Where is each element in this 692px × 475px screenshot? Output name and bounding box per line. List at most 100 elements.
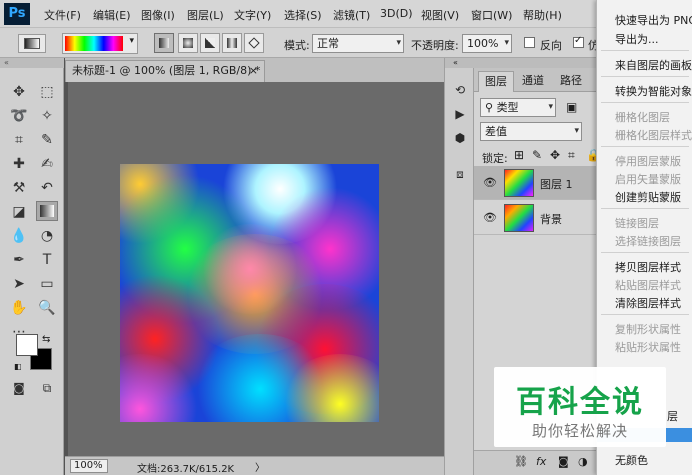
angle-gradient-button[interactable] (200, 33, 220, 53)
menu-item-create-clipping-mask[interactable]: 创建剪贴蒙版 (615, 189, 681, 205)
menu-select[interactable]: 选择(S) (284, 7, 322, 23)
menu-item-layer-partial[interactable]: 层 (667, 408, 678, 424)
menu-item-paste-shape-attributes[interactable]: 粘贴形状属性 (615, 339, 681, 355)
blend-mode-value: 差值 (485, 125, 507, 138)
zoom-level-field[interactable]: 100% (70, 459, 108, 473)
magic-wand-tool-icon[interactable]: ✧ (36, 106, 58, 126)
radial-gradient-icon (183, 38, 193, 48)
quick-mask-icon[interactable]: ◙ (8, 378, 30, 398)
menu-help[interactable]: 帮助(H) (523, 7, 562, 23)
history-panel-icon[interactable]: ⟲ (449, 80, 471, 100)
layer-row-layer1[interactable]: 👁 图层 1 (474, 166, 604, 200)
tab-paths[interactable]: 路径 (554, 71, 588, 92)
menu-item-convert-smart-object[interactable]: 转换为智能对象 (615, 83, 692, 99)
lock-pixels-icon[interactable]: ✎ (532, 148, 542, 162)
radial-gradient-button[interactable] (178, 33, 198, 53)
menu-item-disable-layer-mask[interactable]: 停用图层蒙版 (615, 153, 681, 169)
rectangle-tool-icon[interactable]: ▭ (36, 274, 58, 294)
menu-view[interactable]: 视图(V) (421, 7, 459, 23)
menu-type[interactable]: 文字(Y) (234, 7, 271, 23)
menu-file[interactable]: 文件(F) (44, 7, 81, 23)
eyedropper-tool-icon[interactable]: ✎ (36, 130, 58, 150)
healing-brush-tool-icon[interactable]: ✚ (8, 154, 30, 174)
dodge-tool-icon[interactable]: ◔ (36, 226, 58, 246)
gradient-tool-preset-icon[interactable] (18, 34, 46, 53)
reflected-gradient-button[interactable] (222, 33, 242, 53)
tab-layers[interactable]: 图层 (478, 71, 514, 92)
layer-row-background[interactable]: 👁 背景 (474, 201, 604, 235)
chevron-down-icon: ▾ (129, 36, 134, 46)
menu-item-no-color[interactable]: 无颜色 (615, 452, 648, 468)
tools-collapse-bar[interactable]: « (0, 58, 64, 68)
blur-tool-icon[interactable]: 💧 (8, 226, 30, 246)
menu-item-clear-layer-style[interactable]: 清除图层样式 (615, 295, 681, 311)
menu-item-paste-layer-style[interactable]: 粘贴图层样式 (615, 277, 681, 293)
default-colors-icon[interactable]: ◧ (14, 362, 22, 371)
layer-name: 图层 1 (540, 178, 573, 191)
hand-tool-icon[interactable]: ✋ (8, 298, 30, 318)
menu-item-copy-shape-attributes[interactable]: 复制形状属性 (615, 321, 681, 337)
3d-panel-icon[interactable]: ⬢ (449, 128, 471, 148)
gradient-tool-icon[interactable] (36, 201, 58, 221)
eye-icon[interactable]: 👁 (483, 176, 497, 189)
lock-artboard-icon[interactable]: ⌗ (568, 148, 575, 163)
blend-mode-select[interactable]: 差值 ▾ (480, 122, 582, 141)
history-brush-tool-icon[interactable]: ↶ (36, 178, 58, 198)
paths-panel-icon[interactable]: ⧈ (449, 164, 471, 184)
lock-position-icon[interactable]: ✥ (550, 148, 560, 162)
marquee-tool-icon[interactable]: ⬚ (36, 82, 58, 102)
eye-icon[interactable]: 👁 (483, 211, 497, 224)
diamond-gradient-button[interactable] (244, 33, 264, 53)
menu-filter[interactable]: 滤镜(T) (333, 7, 370, 23)
angle-gradient-icon (205, 38, 215, 48)
document-tab[interactable]: 未标题-1 @ 100% (图层 1, RGB/8) * × (65, 60, 265, 82)
linear-gradient-button[interactable] (154, 33, 174, 53)
image-filter-icon[interactable]: ▣ (566, 100, 577, 114)
eraser-tool-icon[interactable]: ◪ (8, 202, 30, 222)
menu-item-enable-vector-mask[interactable]: 启用矢量蒙版 (615, 171, 681, 187)
opacity-input[interactable]: 100% ▾ (462, 34, 512, 53)
path-selection-tool-icon[interactable]: ➤ (8, 274, 30, 294)
brush-tool-icon[interactable]: ✍ (36, 154, 58, 174)
lock-transparency-icon[interactable]: ⊞ (514, 148, 524, 162)
actions-play-icon[interactable]: ▶ (449, 104, 471, 124)
tab-channels[interactable]: 通道 (516, 71, 550, 92)
layer-filter-select[interactable]: ⚲ 类型 ▾ (480, 98, 556, 117)
canvas-pasteboard[interactable] (68, 82, 444, 456)
menu-image[interactable]: 图像(I) (141, 7, 175, 23)
zoom-tool-icon[interactable]: 🔍 (36, 298, 58, 318)
menu-item-export-as[interactable]: 导出为... (615, 31, 659, 47)
strip-collapse-bar[interactable]: « (445, 58, 475, 68)
menu-edit[interactable]: 编辑(E) (93, 7, 131, 23)
menu-window[interactable]: 窗口(W) (471, 7, 512, 23)
menu-layer[interactable]: 图层(L) (187, 7, 224, 23)
add-mask-icon[interactable]: ◙ (558, 455, 569, 468)
menu-item-select-linked-layers[interactable]: 选择链接图层 (615, 233, 681, 249)
menu-item-rasterize-layer-style[interactable]: 栅格化图层样式 (615, 127, 692, 143)
dither-checkbox[interactable] (573, 35, 584, 48)
gradient-picker[interactable]: ▾ (62, 33, 138, 54)
fx-button[interactable]: fx (536, 455, 546, 468)
menu-item-copy-layer-style[interactable]: 拷贝图层样式 (615, 259, 681, 275)
clone-stamp-tool-icon[interactable]: ⚒ (8, 178, 30, 198)
link-layers-icon[interactable]: ⛓ (514, 455, 528, 468)
mode-select[interactable]: 正常 ▾ (312, 34, 404, 53)
menu-item-rasterize-layer[interactable]: 栅格化图层 (615, 109, 670, 125)
canvas-artwork[interactable] (120, 164, 379, 422)
menu-item-artboard-from-layers[interactable]: 来自图层的画板... (615, 57, 692, 73)
menu-3d[interactable]: 3D(D) (380, 7, 413, 20)
chevron-right-icon[interactable]: 〉 (255, 459, 265, 474)
pen-tool-icon[interactable]: ✒ (8, 250, 30, 270)
reverse-checkbox[interactable] (524, 37, 535, 48)
foreground-color-swatch-front[interactable] (16, 334, 38, 356)
swap-colors-icon[interactable]: ⇆ (42, 334, 50, 345)
lasso-tool-icon[interactable]: ➰ (8, 106, 30, 126)
menu-item-link-layers[interactable]: 链接图层 (615, 215, 659, 231)
crop-tool-icon[interactable]: ⌗ (8, 130, 30, 150)
screen-mode-icon[interactable]: ⧉ (36, 378, 58, 398)
close-icon[interactable]: × (249, 61, 258, 81)
move-tool-icon[interactable]: ✥ (8, 82, 30, 102)
adjustment-layer-icon[interactable]: ◑ (578, 455, 588, 468)
menu-item-quick-export-png[interactable]: 快速导出为 PNG (615, 12, 692, 28)
type-tool-icon[interactable]: T (36, 250, 58, 270)
